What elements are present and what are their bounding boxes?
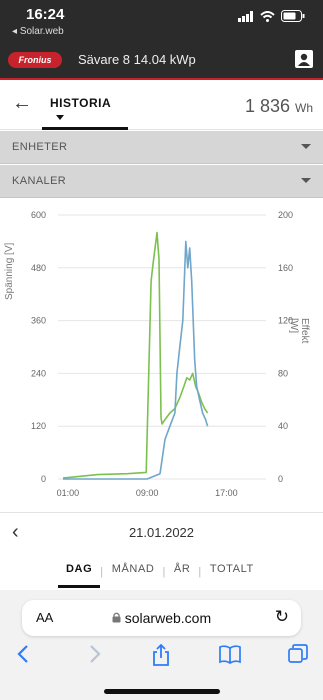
system-title: Sävare 8 14.04 kWp — [78, 52, 196, 67]
current-date: 21.01.2022 — [128, 525, 195, 540]
period-tabs: DAG | MÅNAD | ÅR | TOTALT — [58, 556, 262, 588]
back-icon[interactable] — [16, 644, 30, 670]
back-arrow-icon[interactable]: ← — [12, 92, 32, 115]
signal-icon — [238, 9, 254, 27]
y-right-tick-label: 0 — [278, 474, 283, 484]
fronius-logo[interactable]: Fronius — [8, 52, 62, 68]
browser-toolbar: AA solarweb.com ↻ — [0, 590, 323, 700]
address-bar[interactable]: AA solarweb.com ↻ — [22, 600, 301, 636]
devices-dropdown[interactable]: ENHETER — [0, 131, 323, 164]
date-navigation: ‹ 21.01.2022 — [0, 512, 323, 552]
user-icon[interactable] — [295, 50, 313, 68]
energy-total: 1 836 Wh — [245, 96, 313, 117]
energy-unit: Wh — [295, 101, 313, 115]
y-left-tick-label: 0 — [41, 474, 46, 484]
history-dropdown[interactable]: HISTORIA — [42, 96, 128, 130]
chevron-down-icon — [301, 144, 311, 149]
history-chart[interactable]: 0 0 120 40 240 80 360 120 480 160 600 200 01:00 09:00… — [0, 198, 323, 508]
url-text: solarweb.com — [124, 610, 212, 626]
y-right-tick-label: 200 — [278, 210, 293, 220]
energy-value: 1 836 — [244, 96, 290, 116]
channels-label: KANALER — [12, 175, 67, 187]
x-tick-label: 09:00 — [136, 488, 159, 498]
share-icon[interactable] — [151, 643, 171, 672]
y-left-tick-label: 240 — [31, 368, 46, 378]
series-line-power — [63, 240, 209, 480]
y-left-tick-label: 600 — [31, 210, 46, 220]
reload-icon[interactable]: ↻ — [275, 607, 289, 627]
channels-dropdown[interactable]: KANALER — [0, 165, 323, 198]
chart-svg: 0 0120 40240 80360 120480 160600 20001:00 09:00… — [31, 210, 293, 498]
home-indicator — [104, 689, 220, 694]
history-tab-label: HISTORIA — [50, 96, 111, 110]
x-tick-label: 17:00 — [215, 488, 238, 498]
chevron-down-icon — [301, 178, 311, 183]
y-axis-right-label: Effekt [W] — [288, 318, 310, 344]
url-display: solarweb.com — [22, 610, 301, 626]
y-left-tick-label: 120 — [31, 421, 46, 431]
back-app-label: Solar.web — [19, 26, 64, 37]
y-right-tick-label: 80 — [278, 368, 288, 378]
tab-year[interactable]: ÅR — [166, 556, 198, 588]
app-header: Fronius Sävare 8 14.04 kWp — [0, 42, 323, 80]
tab-day[interactable]: DAG — [58, 556, 101, 588]
status-bar: 16:24 ◂ Solar.web — [0, 0, 323, 42]
battery-icon — [281, 9, 305, 27]
tabs-icon[interactable] — [288, 644, 308, 670]
y-left-tick-label: 360 — [31, 316, 46, 326]
dropdown-triangle-icon — [56, 115, 64, 121]
bookmarks-icon[interactable] — [219, 644, 241, 670]
status-icons — [238, 9, 305, 27]
devices-label: ENHETER — [12, 141, 68, 153]
y-right-tick-label: 160 — [278, 263, 293, 273]
forward-icon[interactable] — [88, 644, 102, 670]
y-left-tick-label: 480 — [31, 263, 46, 273]
back-to-app-link[interactable]: ◂ Solar.web — [12, 26, 64, 37]
tab-month[interactable]: MÅNAD — [104, 556, 163, 588]
x-tick-label: 01:00 — [57, 488, 80, 498]
y-axis-left-label: Spänning [V] — [4, 242, 15, 300]
tab-total[interactable]: TOTALT — [202, 556, 262, 588]
lock-icon — [112, 610, 125, 626]
status-time: 16:24 — [26, 6, 65, 23]
y-right-tick-label: 40 — [278, 421, 288, 431]
wifi-icon — [260, 9, 275, 27]
history-bar: ← HISTORIA 1 836 Wh — [0, 82, 323, 130]
series-line-voltage — [62, 231, 209, 479]
